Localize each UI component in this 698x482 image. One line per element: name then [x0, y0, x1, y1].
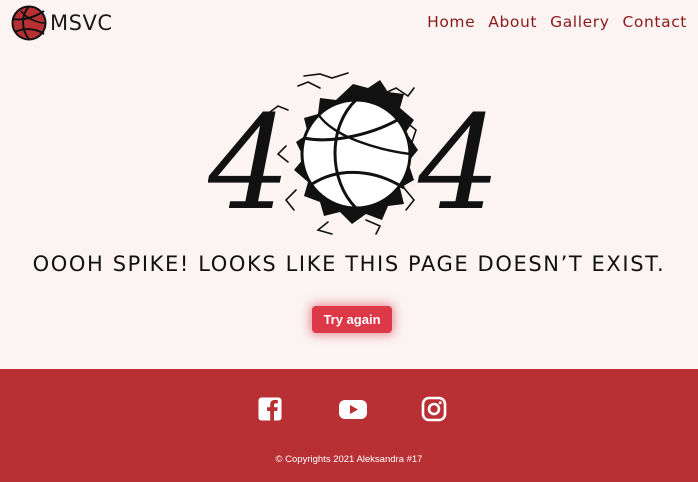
digit-left: 4: [208, 87, 291, 236]
volleyball-icon: [300, 98, 412, 210]
instagram-icon[interactable]: [421, 396, 447, 422]
youtube-icon[interactable]: [338, 396, 368, 422]
main-menu: Home About Gallery Contact: [427, 13, 687, 31]
facebook-icon[interactable]: [257, 396, 283, 422]
error-message: Oooh spike! Looks like this page doesn’t…: [32, 252, 666, 276]
error-404-illustration: 4 4: [207, 70, 501, 239]
nav-link-home[interactable]: Home: [427, 13, 475, 31]
volleyball-icon: [11, 5, 47, 41]
digit-right: 4: [417, 87, 498, 236]
top-navbar: MSVC Home About Gallery Contact: [0, 0, 698, 46]
nav-link-gallery[interactable]: Gallery: [550, 13, 609, 31]
site-footer: © Copyrights 2021 Aleksandra #17: [0, 369, 698, 482]
nav-link-about[interactable]: About: [488, 13, 537, 31]
brand-name: MSVC: [50, 11, 113, 35]
brand-logo-link[interactable]: MSVC: [11, 5, 112, 41]
nav-link-contact[interactable]: Contact: [622, 13, 687, 31]
try-again-button[interactable]: Try again: [312, 306, 392, 333]
copyright-text: © Copyrights 2021 Aleksandra #17: [275, 454, 423, 465]
